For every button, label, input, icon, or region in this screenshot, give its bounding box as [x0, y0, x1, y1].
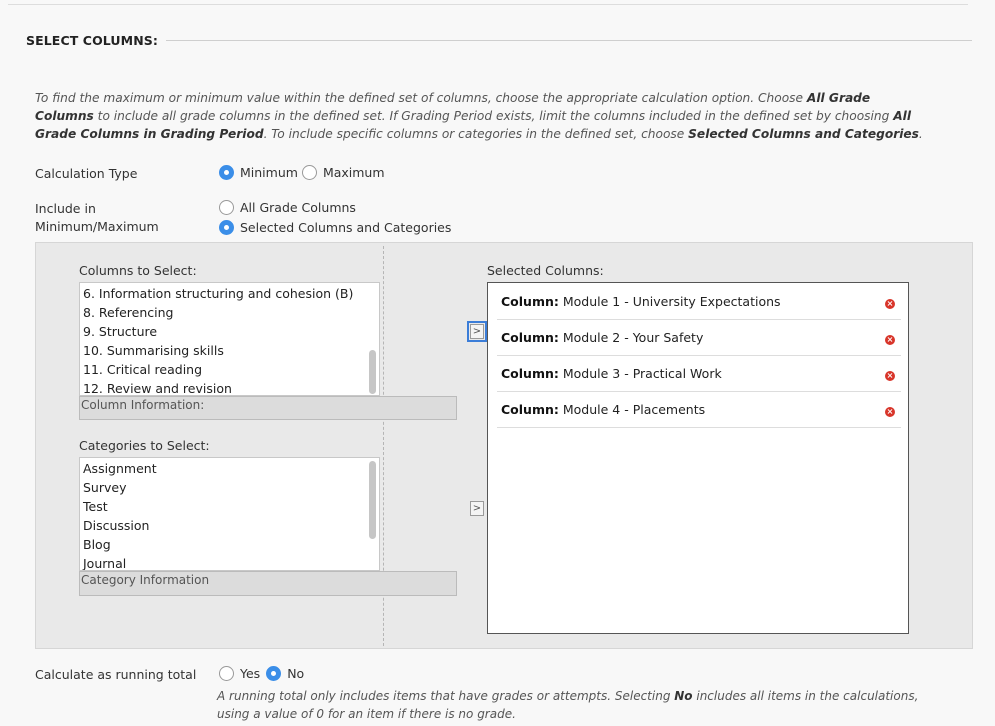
- column-prefix: Column:: [501, 402, 559, 417]
- instructions-part: to include all grade columns in the defi…: [93, 109, 894, 123]
- maximum-label[interactable]: Maximum: [323, 165, 385, 180]
- selected-column-text: Column: Module 1 - University Expectatio…: [501, 294, 781, 309]
- column-information-box: Column Information:: [79, 396, 457, 420]
- column-option[interactable]: 10. Summarising skills: [83, 341, 376, 360]
- categories-to-select-label: Categories to Select:: [79, 438, 210, 453]
- section-divider: [166, 40, 972, 41]
- category-option[interactable]: Survey: [83, 478, 376, 497]
- add-column-button[interactable]: >: [467, 321, 487, 342]
- instructions-part: .: [918, 127, 923, 141]
- help-emphasis: No: [674, 689, 693, 703]
- columns-to-select-label: Columns to Select:: [79, 263, 197, 278]
- section-title: SELECT COLUMNS:: [26, 33, 158, 48]
- calculation-type-options: Minimum Maximum: [219, 165, 385, 180]
- selected-column-row: Column: Module 3 - Practical Work ×: [497, 356, 901, 392]
- selected-columns-categories-label[interactable]: Selected Columns and Categories: [240, 220, 451, 235]
- selected-columns-label: Selected Columns:: [487, 263, 604, 278]
- running-total-label: Calculate as running total: [35, 667, 197, 682]
- selected-columns-box: Column: Module 1 - University Expectatio…: [487, 282, 909, 634]
- minimum-radio[interactable]: [219, 165, 234, 180]
- running-total-yes-radio[interactable]: [219, 666, 234, 681]
- selected-column-row: Column: Module 4 - Placements ×: [497, 392, 901, 428]
- column-option[interactable]: 11. Critical reading: [83, 360, 376, 379]
- running-total-options: Yes No: [219, 666, 304, 681]
- running-total-help: A running total only includes items that…: [217, 687, 937, 723]
- selected-columns-radio[interactable]: [219, 220, 234, 235]
- columns-scrollbar[interactable]: [369, 350, 376, 394]
- calculation-type-label: Calculation Type: [35, 166, 138, 181]
- instructions-emphasis: Selected Columns and Categories: [688, 127, 919, 141]
- all-grade-columns-radio[interactable]: [219, 200, 234, 215]
- add-category-button[interactable]: >: [470, 501, 484, 516]
- include-in-label: Include in Minimum/Maximum: [35, 200, 159, 236]
- include-in-label-line1: Include in: [35, 201, 96, 216]
- remove-icon[interactable]: ×: [885, 299, 895, 309]
- instructions-part: . To include specific columns or categor…: [263, 127, 689, 141]
- selected-column-name: Module 4 - Placements: [562, 402, 706, 417]
- remove-icon[interactable]: ×: [885, 371, 895, 381]
- column-prefix: Column:: [501, 366, 559, 381]
- category-option[interactable]: Journal: [83, 554, 376, 570]
- running-total-yes-label[interactable]: Yes: [240, 666, 260, 681]
- selected-column-name: Module 2 - Your Safety: [562, 330, 704, 345]
- selected-column-text: Column: Module 4 - Placements: [501, 402, 705, 417]
- categories-listbox[interactable]: Assignment Survey Test Discussion Blog J…: [79, 457, 380, 571]
- column-option[interactable]: 6. Information structuring and cohesion …: [83, 284, 376, 303]
- category-option[interactable]: Discussion: [83, 516, 376, 535]
- maximum-radio[interactable]: [301, 165, 317, 180]
- selected-column-row: Column: Module 1 - University Expectatio…: [497, 284, 901, 320]
- columns-listbox[interactable]: 6. Information structuring and cohesion …: [79, 282, 380, 396]
- selected-column-name: Module 1 - University Expectations: [562, 294, 781, 309]
- instructions-text: To find the maximum or minimum value wit…: [35, 89, 925, 143]
- category-option[interactable]: Assignment: [83, 459, 376, 478]
- running-total-no-label[interactable]: No: [287, 666, 304, 681]
- category-information-box: Category Information: [79, 571, 457, 596]
- remove-icon[interactable]: ×: [885, 407, 895, 417]
- categories-scrollbar[interactable]: [369, 461, 376, 539]
- instructions-part: To find the maximum or minimum value wit…: [35, 91, 807, 105]
- remove-icon[interactable]: ×: [885, 335, 895, 345]
- selected-columns-option[interactable]: Selected Columns and Categories: [219, 220, 451, 235]
- running-total-no-radio[interactable]: [266, 666, 282, 681]
- include-in-label-line2: Minimum/Maximum: [35, 219, 159, 234]
- minimum-label[interactable]: Minimum: [240, 165, 298, 180]
- all-grade-columns-option[interactable]: All Grade Columns: [219, 200, 356, 215]
- column-prefix: Column:: [501, 294, 559, 309]
- category-option[interactable]: Blog: [83, 535, 376, 554]
- top-divider: [8, 4, 968, 5]
- selected-column-name: Module 3 - Practical Work: [562, 366, 722, 381]
- help-part: A running total only includes items that…: [217, 689, 675, 703]
- category-option[interactable]: Test: [83, 497, 376, 516]
- selected-column-text: Column: Module 2 - Your Safety: [501, 330, 703, 345]
- column-option[interactable]: 12. Review and revision: [83, 379, 376, 395]
- column-option[interactable]: 9. Structure: [83, 322, 376, 341]
- selected-column-row: Column: Module 2 - Your Safety ×: [497, 320, 901, 356]
- column-option[interactable]: 8. Referencing: [83, 303, 376, 322]
- selected-column-text: Column: Module 3 - Practical Work: [501, 366, 722, 381]
- all-grade-columns-label[interactable]: All Grade Columns: [240, 200, 356, 215]
- column-prefix: Column:: [501, 330, 559, 345]
